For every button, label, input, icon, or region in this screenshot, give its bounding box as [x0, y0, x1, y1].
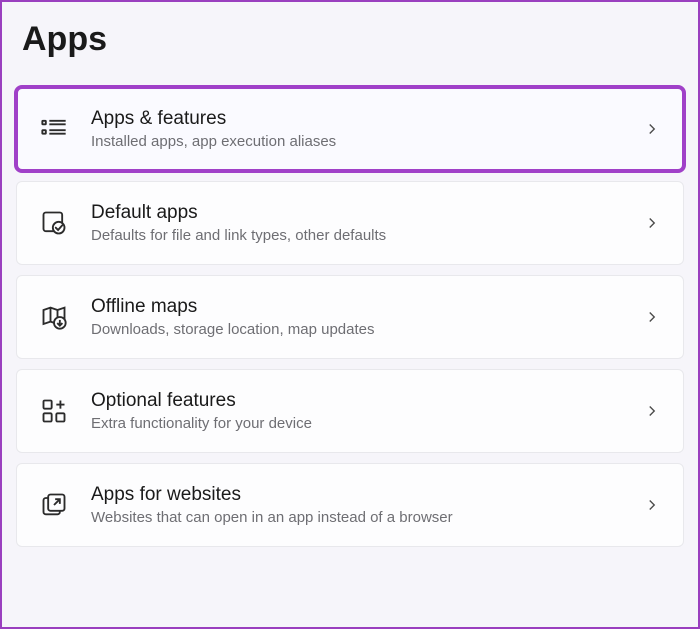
chevron-right-icon — [643, 120, 661, 138]
item-desc: Extra functionality for your device — [91, 415, 643, 432]
item-desc: Installed apps, app execution aliases — [91, 133, 643, 150]
item-desc: Downloads, storage location, map updates — [91, 321, 643, 338]
offline-maps-icon — [39, 302, 69, 332]
optional-features-icon — [39, 396, 69, 426]
page-title: Apps — [22, 20, 684, 59]
item-desc: Defaults for file and link types, other … — [91, 227, 643, 244]
settings-item-apps-websites[interactable]: Apps for websites Websites that can open… — [16, 463, 684, 547]
apps-features-icon — [39, 114, 69, 144]
item-text: Default apps Defaults for file and link … — [91, 202, 643, 244]
item-title: Apps for websites — [91, 484, 643, 506]
item-text: Apps & features Installed apps, app exec… — [91, 108, 643, 150]
item-text: Offline maps Downloads, storage location… — [91, 296, 643, 338]
item-title: Default apps — [91, 202, 643, 224]
chevron-right-icon — [643, 496, 661, 514]
settings-item-optional-features[interactable]: Optional features Extra functionality fo… — [16, 369, 684, 453]
item-text: Optional features Extra functionality fo… — [91, 390, 643, 432]
settings-item-apps-features[interactable]: Apps & features Installed apps, app exec… — [16, 87, 684, 171]
settings-item-offline-maps[interactable]: Offline maps Downloads, storage location… — [16, 275, 684, 359]
settings-item-default-apps[interactable]: Default apps Defaults for file and link … — [16, 181, 684, 265]
item-title: Offline maps — [91, 296, 643, 318]
chevron-right-icon — [643, 402, 661, 420]
apps-websites-icon — [39, 490, 69, 520]
item-desc: Websites that can open in an app instead… — [91, 509, 643, 526]
item-title: Optional features — [91, 390, 643, 412]
settings-list: Apps & features Installed apps, app exec… — [16, 87, 684, 547]
chevron-right-icon — [643, 214, 661, 232]
item-title: Apps & features — [91, 108, 643, 130]
chevron-right-icon — [643, 308, 661, 326]
item-text: Apps for websites Websites that can open… — [91, 484, 643, 526]
default-apps-icon — [39, 208, 69, 238]
